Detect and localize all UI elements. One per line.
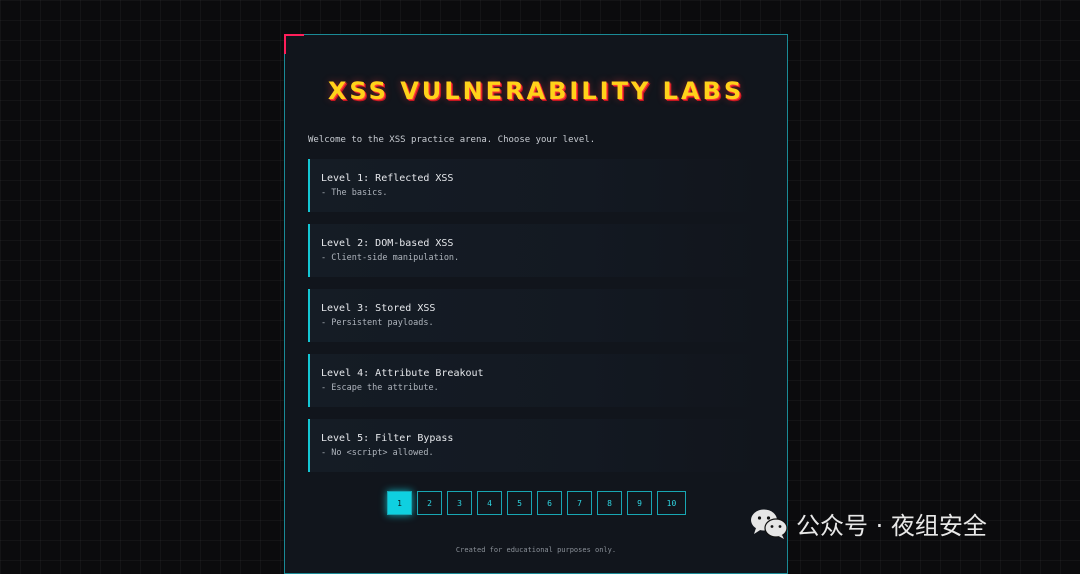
level-card-5[interactable]: Level 5: Filter Bypass - No <script> all… — [308, 419, 764, 472]
page-button-6[interactable]: 6 — [537, 491, 562, 515]
page-button-2[interactable]: 2 — [417, 491, 442, 515]
corner-accent — [284, 34, 304, 54]
page-button-3[interactable]: 3 — [447, 491, 472, 515]
page-button-10[interactable]: 10 — [657, 491, 686, 515]
level-card-3[interactable]: Level 3: Stored XSS - Persistent payload… — [308, 289, 764, 342]
labs-panel: XSS VULNERABILITY LABS Welcome to the XS… — [284, 34, 788, 574]
level-title: Level 1: Reflected XSS — [321, 173, 454, 184]
level-card-4[interactable]: Level 4: Attribute Breakout - Escape the… — [308, 354, 764, 407]
level-card-2[interactable]: Level 2: DOM-based XSS - Client-side man… — [308, 224, 764, 277]
page-button-7[interactable]: 7 — [567, 491, 592, 515]
level-description: - Persistent payloads. — [321, 318, 434, 328]
level-title: Level 5: Filter Bypass — [321, 433, 454, 444]
level-title: Level 3: Stored XSS — [321, 303, 436, 314]
level-title: Level 2: DOM-based XSS — [321, 238, 454, 249]
pagination: 1 2 3 4 5 6 7 8 9 10 — [285, 491, 787, 515]
level-description: - The basics. — [321, 188, 388, 198]
page-button-9[interactable]: 9 — [627, 491, 652, 515]
page-button-4[interactable]: 4 — [477, 491, 502, 515]
level-title: Level 4: Attribute Breakout — [321, 368, 484, 379]
page-button-1[interactable]: 1 — [387, 491, 412, 515]
watermark-text: 公众号 · 夜组安全 — [796, 512, 987, 540]
intro-text: Welcome to the XSS practice arena. Choos… — [308, 135, 596, 145]
wechat-icon — [751, 509, 788, 539]
page-button-5[interactable]: 5 — [507, 491, 532, 515]
level-list: Level 1: Reflected XSS - The basics. Lev… — [308, 159, 764, 484]
level-description: - No <script> allowed. — [321, 448, 434, 458]
level-description: - Client-side manipulation. — [321, 253, 460, 263]
watermark: 公众号 · 夜组安全 — [750, 506, 987, 541]
level-description: - Escape the attribute. — [321, 383, 439, 393]
footer-text: Created for educational purposes only. — [455, 546, 617, 554]
level-card-1[interactable]: Level 1: Reflected XSS - The basics. — [308, 159, 764, 212]
page-button-8[interactable]: 8 — [597, 491, 622, 515]
page-title: XSS VULNERABILITY LABS — [327, 77, 745, 105]
